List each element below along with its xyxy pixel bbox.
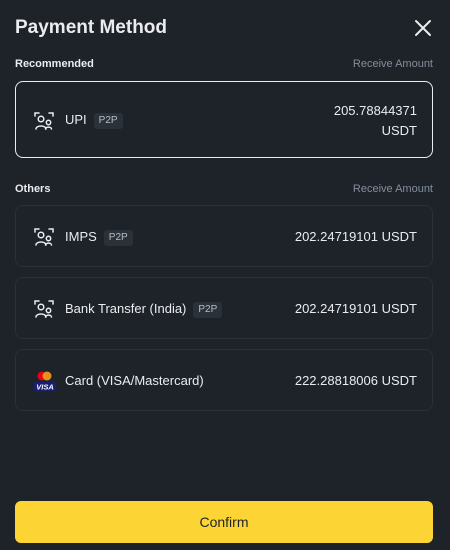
p2p-badge: P2P — [103, 230, 133, 246]
visa-text: VISA — [36, 383, 54, 392]
close-icon — [415, 20, 431, 36]
others-section-header: Others Receive Amount — [15, 182, 433, 196]
payment-option-bank-transfer[interactable]: Bank Transfer (India) P2P 202.24719101 US… — [15, 277, 433, 339]
payment-option-name: UPI P2P — [65, 111, 123, 129]
p2p-badge: P2P — [193, 302, 223, 318]
payment-option-name: Card (VISA/Mastercard) — [65, 372, 204, 390]
others-label: Others — [15, 183, 51, 195]
payment-option-label: UPI — [65, 112, 87, 127]
confirm-button[interactable]: Confirm — [15, 501, 433, 543]
page-title: Payment Method — [15, 17, 168, 38]
close-button[interactable] — [411, 16, 435, 40]
receive-amount-value: 205.78844371 — [333, 103, 417, 118]
payment-option-label: Bank Transfer (India) — [65, 301, 187, 316]
receive-amount: 202.24719101 USDT — [294, 229, 417, 244]
payment-option-label: Card (VISA/Mastercard) — [65, 373, 204, 388]
recommended-section-header: Recommended Receive Amount — [15, 57, 433, 71]
payment-option-name: Bank Transfer (India) P2P — [65, 300, 223, 318]
payment-option-imps[interactable]: IMPS P2P 202.24719101 USDT — [15, 205, 433, 267]
p2p-user-icon — [34, 300, 54, 318]
visa-mastercard-icon: VISA — [34, 371, 56, 392]
receive-amount-unit: USDT — [381, 123, 417, 138]
p2p-user-icon — [34, 112, 54, 130]
sheet-header: Payment Method — [15, 16, 435, 40]
receive-amount: 205.78844371 USDT — [334, 101, 417, 141]
receive-amount-label: Receive Amount — [352, 183, 433, 195]
receive-amount-label: Receive Amount — [352, 58, 433, 70]
payment-method-sheet: Payment Method Recommended Receive Amoun… — [0, 0, 450, 550]
receive-amount: 222.28818006 USDT — [294, 373, 417, 388]
p2p-user-icon — [34, 228, 54, 246]
payment-option-upi[interactable]: UPI P2P 205.78844371 USDT — [15, 81, 433, 158]
recommended-label: Recommended — [15, 58, 94, 70]
p2p-badge: P2P — [93, 113, 123, 129]
receive-amount: 202.24719101 USDT — [294, 301, 417, 316]
payment-option-label: IMPS — [65, 229, 97, 244]
payment-option-name: IMPS P2P — [65, 228, 133, 246]
payment-option-card[interactable]: VISA Card (VISA/Mastercard) 222.28818006… — [15, 349, 433, 411]
